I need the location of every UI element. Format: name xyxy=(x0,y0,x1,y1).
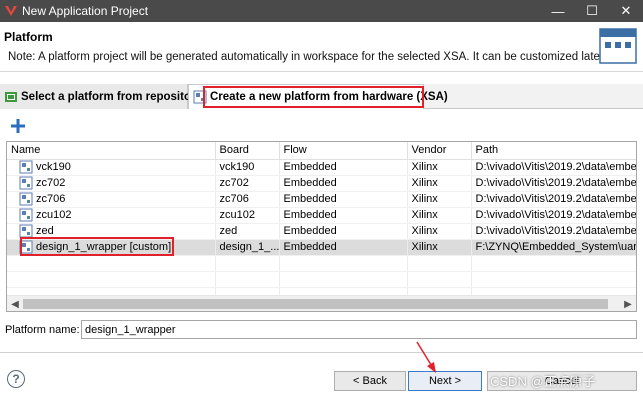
platform-name: design_1_wrapper [custom] xyxy=(36,241,172,253)
platform-name-input[interactable] xyxy=(81,320,637,339)
table-row[interactable]: design_1_wrapper [custom] design_1_... Emb… xyxy=(7,239,636,256)
empty-cell xyxy=(407,255,472,272)
cell-board: design_1_... xyxy=(215,239,280,256)
platform-icon xyxy=(19,240,33,254)
empty-cell xyxy=(7,255,216,272)
repository-icon xyxy=(4,90,18,104)
table-row[interactable]: zc706 zc706 Embedded Xilinx D:\vivado\Vitis\… xyxy=(7,191,636,208)
back-button[interactable]: < Back xyxy=(334,371,406,391)
cell-board: zc706 xyxy=(215,191,280,208)
platform-name: vck190 xyxy=(36,161,71,173)
empty-cell xyxy=(279,271,408,288)
platform-icon xyxy=(19,192,33,206)
tab-create-from-xsa[interactable]: Create a new platform from hardware (XSA… xyxy=(188,84,448,109)
table-row[interactable]: zcu102 zcu102 Embedded Xilinx D:\vivado\Viti… xyxy=(7,207,636,224)
cell-board: vck190 xyxy=(215,159,280,176)
empty-cell xyxy=(279,255,408,272)
tab-label: Create a new platform from hardware (XSA… xyxy=(210,91,448,103)
cell-path: F:\ZYNQ\Embedded_System\uart_i xyxy=(471,239,636,256)
platform-name: zcu102 xyxy=(36,209,72,221)
cell-name: zed xyxy=(7,223,216,240)
cell-board: zed xyxy=(215,223,280,240)
column-header-vendor[interactable]: Vendor xyxy=(407,142,472,160)
help-icon[interactable]: ? xyxy=(7,370,25,388)
table-row[interactable]: zc702 zc702 Embedded Xilinx D:\vivado\Vitis\… xyxy=(7,175,636,192)
table-row[interactable]: vck190 vck190 Embedded Xilinx D:\vivado\Viti… xyxy=(7,159,636,176)
cell-flow: Embedded xyxy=(279,159,408,176)
tab-label: Select a platform from repository xyxy=(21,90,202,103)
empty-cell xyxy=(471,255,636,272)
page-note: Note: A platform project will be generat… xyxy=(8,51,607,63)
column-header-flow[interactable]: Flow xyxy=(279,142,408,160)
tab-select-from-repository[interactable]: Select a platform from repository xyxy=(0,84,202,109)
cell-path: D:\vivado\Vitis\2019.2\data\embed xyxy=(471,191,636,208)
close-icon[interactable]: ✕ xyxy=(609,0,643,22)
cell-vendor: Xilinx xyxy=(407,159,472,176)
cell-board: zcu102 xyxy=(215,207,280,224)
empty-cell xyxy=(471,271,636,288)
platform-icon xyxy=(19,160,33,174)
page-title: Platform xyxy=(4,30,53,44)
maximize-icon[interactable]: ☐ xyxy=(575,0,609,22)
horizontal-scrollbar[interactable]: ◀ ▶ xyxy=(7,295,636,311)
wizard-banner-icon xyxy=(599,28,637,64)
scroll-left-icon[interactable]: ◀ xyxy=(7,296,23,311)
next-button[interactable]: Next > xyxy=(408,371,482,391)
cell-flow: Embedded xyxy=(279,223,408,240)
cell-vendor: Xilinx xyxy=(407,223,472,240)
footer-divider xyxy=(0,352,643,353)
minimize-icon[interactable]: — xyxy=(541,0,575,22)
platform-name: zc702 xyxy=(36,177,66,189)
scroll-right-icon[interactable]: ▶ xyxy=(620,296,636,311)
column-header-board[interactable]: Board xyxy=(215,142,280,160)
cell-vendor: Xilinx xyxy=(407,191,472,208)
scrollbar-thumb[interactable] xyxy=(23,299,608,309)
add-platform-button[interactable] xyxy=(10,118,26,134)
cell-vendor: Xilinx xyxy=(407,207,472,224)
cell-name: zc702 xyxy=(7,175,216,192)
cancel-button[interactable]: Cancel xyxy=(487,371,637,391)
cell-path: D:\vivado\Vitis\2019.2\data\embed xyxy=(471,223,636,240)
table-header: Name Board Flow Vendor Path xyxy=(7,142,636,160)
platform-table: Name Board Flow Vendor Path vck190 vck190… xyxy=(6,141,637,312)
table-row[interactable]: zed zed Embedded Xilinx D:\vivado\Vitis\2019… xyxy=(7,223,636,240)
empty-cell xyxy=(215,255,280,272)
empty-cell xyxy=(215,271,280,288)
column-header-name[interactable]: Name xyxy=(7,142,216,160)
cell-path: D:\vivado\Vitis\2019.2\data\embed xyxy=(471,207,636,224)
platform-name: zed xyxy=(36,225,54,237)
cell-flow: Embedded xyxy=(279,239,408,256)
cell-path: D:\vivado\Vitis\2019.2\data\embed xyxy=(471,159,636,176)
platform-tabs: Select a platform from repository Create… xyxy=(0,84,643,109)
window-title: New Application Project xyxy=(22,4,149,18)
cell-flow: Embedded xyxy=(279,207,408,224)
cell-board: zc702 xyxy=(215,175,280,192)
hardware-platform-icon xyxy=(193,90,207,104)
cell-name: vck190 xyxy=(7,159,216,176)
cell-flow: Embedded xyxy=(279,175,408,192)
cell-name: zcu102 xyxy=(7,207,216,224)
cell-name: zc706 xyxy=(7,191,216,208)
cell-path: D:\vivado\Vitis\2019.2\data\embed xyxy=(471,175,636,192)
platform-name: zc706 xyxy=(36,193,66,205)
plus-icon xyxy=(11,119,25,133)
title-bar[interactable]: New Application Project — ☐ ✕ xyxy=(0,0,643,22)
platform-icon xyxy=(19,224,33,238)
column-header-path[interactable]: Path xyxy=(471,142,636,160)
cell-flow: Embedded xyxy=(279,191,408,208)
platform-name-label: Platform name: xyxy=(5,324,80,336)
empty-cell xyxy=(7,271,216,288)
cell-vendor: Xilinx xyxy=(407,175,472,192)
empty-row xyxy=(7,255,636,272)
empty-cell xyxy=(407,271,472,288)
cell-name: design_1_wrapper [custom] xyxy=(7,239,216,256)
cell-vendor: Xilinx xyxy=(407,239,472,256)
empty-row xyxy=(7,271,636,288)
wizard-header: Platform Note: A platform project will b… xyxy=(0,22,643,72)
platform-icon xyxy=(19,208,33,222)
platform-icon xyxy=(19,176,33,190)
vitis-logo-icon xyxy=(4,4,18,18)
